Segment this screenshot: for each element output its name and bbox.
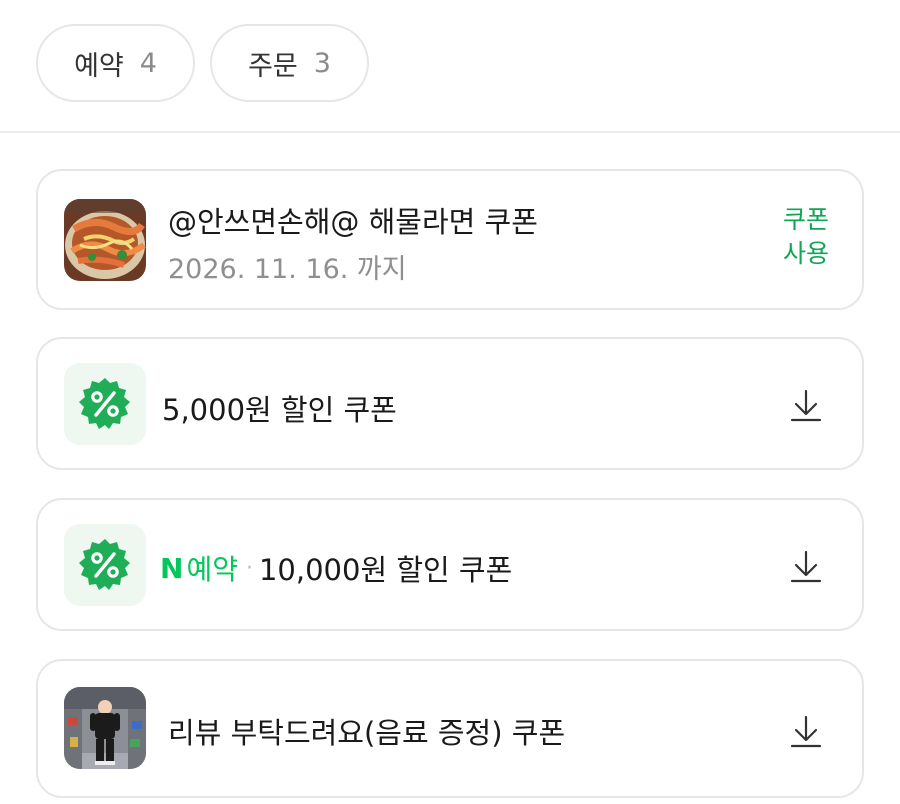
section-divider xyxy=(0,131,900,133)
tab-reservation[interactable]: 예약 4 xyxy=(36,24,195,102)
coupon-title: 10,000원 할인 쿠폰 xyxy=(258,553,513,587)
use-coupon-button[interactable]: 쿠폰 사용 xyxy=(780,203,832,271)
percent-badge-icon xyxy=(64,363,146,445)
coupon-title: 리뷰 부탁드려요(음료 증정) 쿠폰 xyxy=(168,716,566,750)
coupon-card-review[interactable]: 리뷰 부탁드려요(음료 증정) 쿠폰 xyxy=(36,659,864,798)
store-photo xyxy=(64,687,146,769)
food-photo xyxy=(64,199,146,281)
download-icon[interactable] xyxy=(790,550,822,584)
coupon-card-10000[interactable]: N 예약 · 10,000원 할인 쿠폰 xyxy=(36,498,864,631)
tab-count: 4 xyxy=(139,47,157,79)
tab-order[interactable]: 주문 3 xyxy=(210,24,369,102)
download-icon[interactable] xyxy=(790,715,822,749)
tab-count: 3 xyxy=(313,47,331,79)
tab-label: 예약 xyxy=(74,50,124,82)
coupon-filter-tabs: 예약 4 주문 3 xyxy=(0,0,900,131)
coupon-card-seafood-ramen[interactable]: @안쓰면손해@ 해물라면 쿠폰 2026. 11. 16. 까지 쿠폰 사용 xyxy=(36,169,864,310)
separator-dot: · xyxy=(245,555,253,581)
coupon-title-row: N 예약 · 10,000원 할인 쿠폰 xyxy=(160,547,512,589)
brand-label: 예약 xyxy=(186,553,238,586)
coupon-card-5000[interactable]: 5,000원 할인 쿠폰 xyxy=(36,337,864,470)
coupon-expiry: 2026. 11. 16. 까지 xyxy=(168,254,407,285)
naver-logo: N xyxy=(160,551,183,585)
tab-label: 주문 xyxy=(248,50,298,82)
coupon-title: @안쓰면손해@ 해물라면 쿠폰 xyxy=(168,205,538,239)
percent-badge-icon xyxy=(64,524,146,606)
coupon-title: 5,000원 할인 쿠폰 xyxy=(162,393,397,427)
download-icon[interactable] xyxy=(790,389,822,423)
